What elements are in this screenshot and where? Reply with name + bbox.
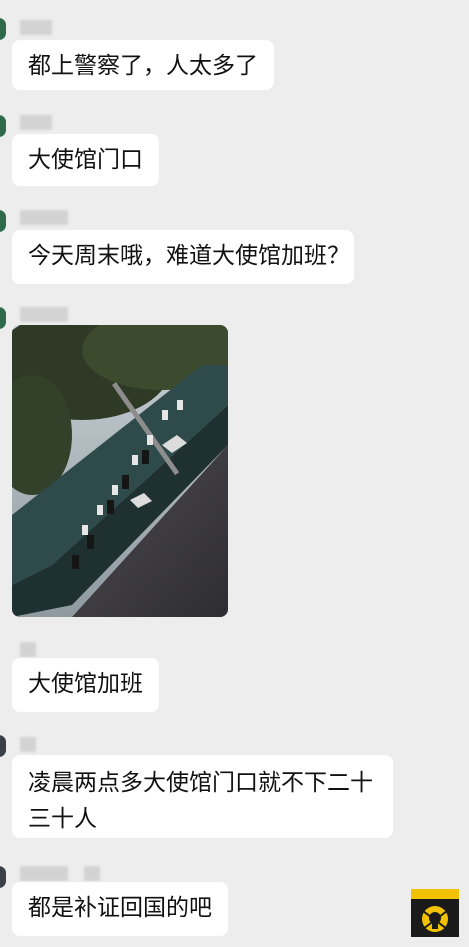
sender-name-blurred [20,866,68,881]
avatar[interactable] [0,866,6,888]
avatar[interactable] [0,210,6,232]
message-bubble[interactable]: 大使馆加班 [12,658,159,712]
street-photo-icon [12,325,228,617]
message-bubble[interactable]: 大使馆门口 [12,134,159,186]
message-bubble[interactable]: 今天周末哦，难道大使馆加班？ [12,230,354,284]
sender-name-blurred [20,20,52,35]
sender-name-blurred [20,115,52,130]
avatar[interactable] [0,18,6,40]
avatar[interactable] [0,115,6,137]
sender-name-blurred [84,866,100,881]
sender-name-blurred [20,642,36,657]
sender-name-blurred [20,737,36,752]
message-bubble[interactable]: 都上警察了，人太多了 [12,40,274,90]
avatar[interactable] [0,307,6,329]
photo-message[interactable] [12,325,228,617]
message-bubble[interactable]: 凌晨两点多大使馆门口就不下二十三十人 [12,755,393,838]
avatar[interactable] [0,735,6,757]
watermark-logo [411,889,459,937]
sender-name-blurred [20,210,68,225]
sender-name-blurred [20,307,68,322]
message-bubble[interactable]: 都是补证回国的吧 [12,882,228,936]
